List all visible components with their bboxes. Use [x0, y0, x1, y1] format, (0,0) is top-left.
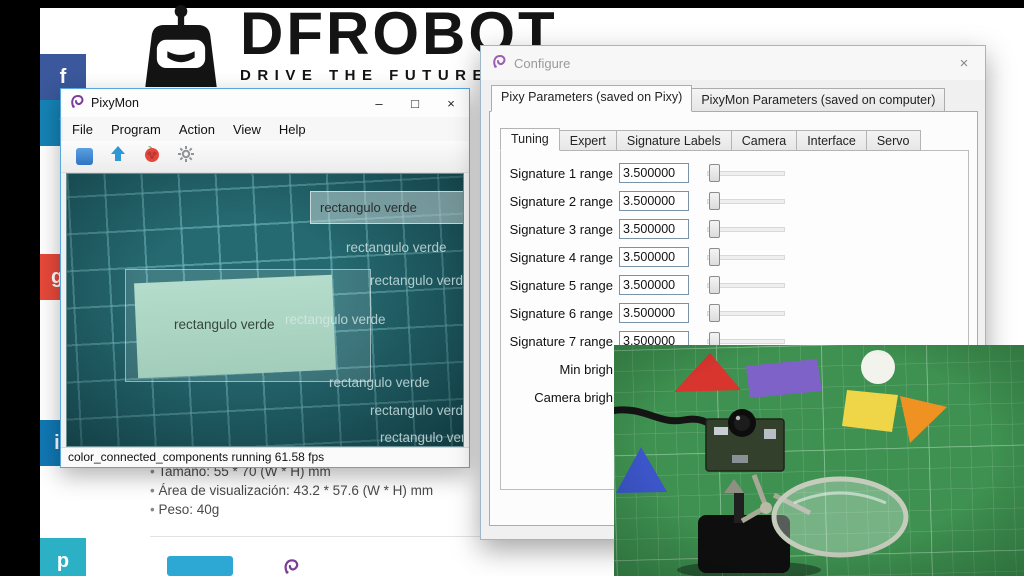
param-value-input[interactable] [619, 247, 689, 267]
param-slider[interactable] [707, 275, 785, 295]
raspberry-icon[interactable] [143, 145, 161, 168]
param-row: Signature 1 range [501, 163, 968, 183]
parameter-tabs: Pixy Parameters (saved on Pixy)PixyMon P… [491, 85, 944, 112]
detection-label: rectangulo verde [370, 273, 464, 288]
desktop: ftg+inp DFROBOT DRIVE THE FUTURE Tamaño:… [0, 0, 1024, 576]
tab-expert[interactable]: Expert [559, 130, 617, 151]
facebook-icon: f [60, 66, 67, 89]
close-button[interactable]: × [433, 89, 469, 117]
menu-program[interactable]: Program [102, 122, 170, 137]
camera-photo-overlay [614, 345, 1024, 576]
letterbox-left-bar [0, 0, 40, 576]
detection-label: rectangulo verde [380, 430, 464, 445]
param-label: Signature 3 range [501, 222, 613, 237]
param-slider[interactable] [707, 247, 785, 267]
settings-gear-icon[interactable] [177, 145, 195, 168]
tab-tuning[interactable]: Tuning [500, 128, 560, 151]
pixymon-window-title: PixyMon [91, 96, 139, 110]
tab-interface[interactable]: Interface [796, 130, 867, 151]
slider-handle[interactable] [709, 220, 720, 238]
pixymon-toolbar [61, 141, 469, 173]
param-value-input[interactable] [619, 275, 689, 295]
detection-label-object: rectangulo verde [174, 317, 275, 332]
param-label: Camera brigh [501, 390, 613, 405]
pinterest-icon: p [57, 550, 69, 573]
param-row: Signature 2 range [501, 191, 968, 211]
stop-icon[interactable] [76, 148, 93, 165]
slider-handle[interactable] [709, 164, 720, 182]
param-label: Min brigh [501, 362, 613, 377]
param-label: Signature 1 range [501, 166, 613, 181]
param-label: Signature 4 range [501, 250, 613, 265]
tab-servo[interactable]: Servo [866, 130, 921, 151]
minimize-button[interactable]: – [361, 89, 397, 117]
param-slider[interactable] [707, 191, 785, 211]
param-label: Signature 2 range [501, 194, 613, 209]
close-button[interactable]: × [943, 46, 985, 80]
window-controls: – □ × [361, 89, 469, 117]
slider-handle[interactable] [709, 248, 720, 266]
menu-action[interactable]: Action [170, 122, 224, 137]
menu-file[interactable]: File [63, 122, 102, 137]
dfrobot-robot-logo-icon [128, 4, 234, 88]
param-value-input[interactable] [619, 191, 689, 211]
pixymon-menubar: FileProgramActionViewHelp [63, 117, 469, 141]
section-tabs: TuningExpertSignature LabelsCameraInterf… [500, 128, 920, 151]
menu-help[interactable]: Help [270, 122, 315, 137]
maximize-button[interactable]: □ [397, 89, 433, 117]
param-label: Signature 5 range [501, 278, 613, 293]
tab-signature-labels[interactable]: Signature Labels [616, 130, 732, 151]
menu-view[interactable]: View [224, 122, 270, 137]
configure-titlebar[interactable]: Configure × [481, 46, 985, 80]
slider-handle[interactable] [709, 276, 720, 294]
pixymon-titlebar[interactable]: PixyMon – □ × [61, 89, 469, 117]
detection-label: rectangulo verde [329, 375, 430, 390]
tab-camera[interactable]: Camera [731, 130, 797, 151]
detection-label: rectangulo verde [346, 240, 447, 255]
slider-handle[interactable] [709, 304, 720, 322]
upload-icon[interactable] [109, 145, 127, 168]
param-value-input[interactable] [619, 163, 689, 183]
param-label: Signature 6 range [501, 306, 613, 321]
param-row: Signature 6 range [501, 303, 968, 323]
param-row: Signature 4 range [501, 247, 968, 267]
param-label: Signature 7 range [501, 334, 613, 349]
tab-pixymon-parameters-saved-on-computer-[interactable]: PixyMon Parameters (saved on computer) [691, 88, 945, 112]
param-row: Signature 5 range [501, 275, 968, 295]
brand-name-df: DF [240, 0, 326, 67]
detection-label-boxed: rectangulo verde [310, 191, 464, 224]
param-value-input[interactable] [619, 219, 689, 239]
param-slider[interactable] [707, 303, 785, 323]
photo-vignette [614, 345, 1024, 576]
slider-handle[interactable] [709, 192, 720, 210]
pixymon-video: rectangulo verde rectangulo verde rectan… [66, 173, 464, 447]
pixymon-app-icon [69, 93, 85, 114]
configure-app-icon [491, 53, 507, 74]
detection-label: rectangulo verde [285, 312, 386, 327]
pixymon-window: PixyMon – □ × FileProgramActionViewHelp [60, 88, 470, 468]
param-value-input[interactable] [619, 303, 689, 323]
configure-window-title: Configure [514, 56, 570, 71]
detection-label: rectangulo verde [370, 403, 464, 418]
param-slider[interactable] [707, 163, 785, 183]
pinterest-button[interactable]: p [40, 538, 86, 576]
tab-pixy-parameters-saved-on-pixy-[interactable]: Pixy Parameters (saved on Pixy) [491, 85, 692, 112]
page-action-button[interactable] [167, 556, 233, 576]
pixy-product-icon [282, 557, 300, 575]
pixymon-statusbar: color_connected_components running 61.58… [61, 447, 469, 467]
param-slider[interactable] [707, 219, 785, 239]
param-row: Signature 3 range [501, 219, 968, 239]
